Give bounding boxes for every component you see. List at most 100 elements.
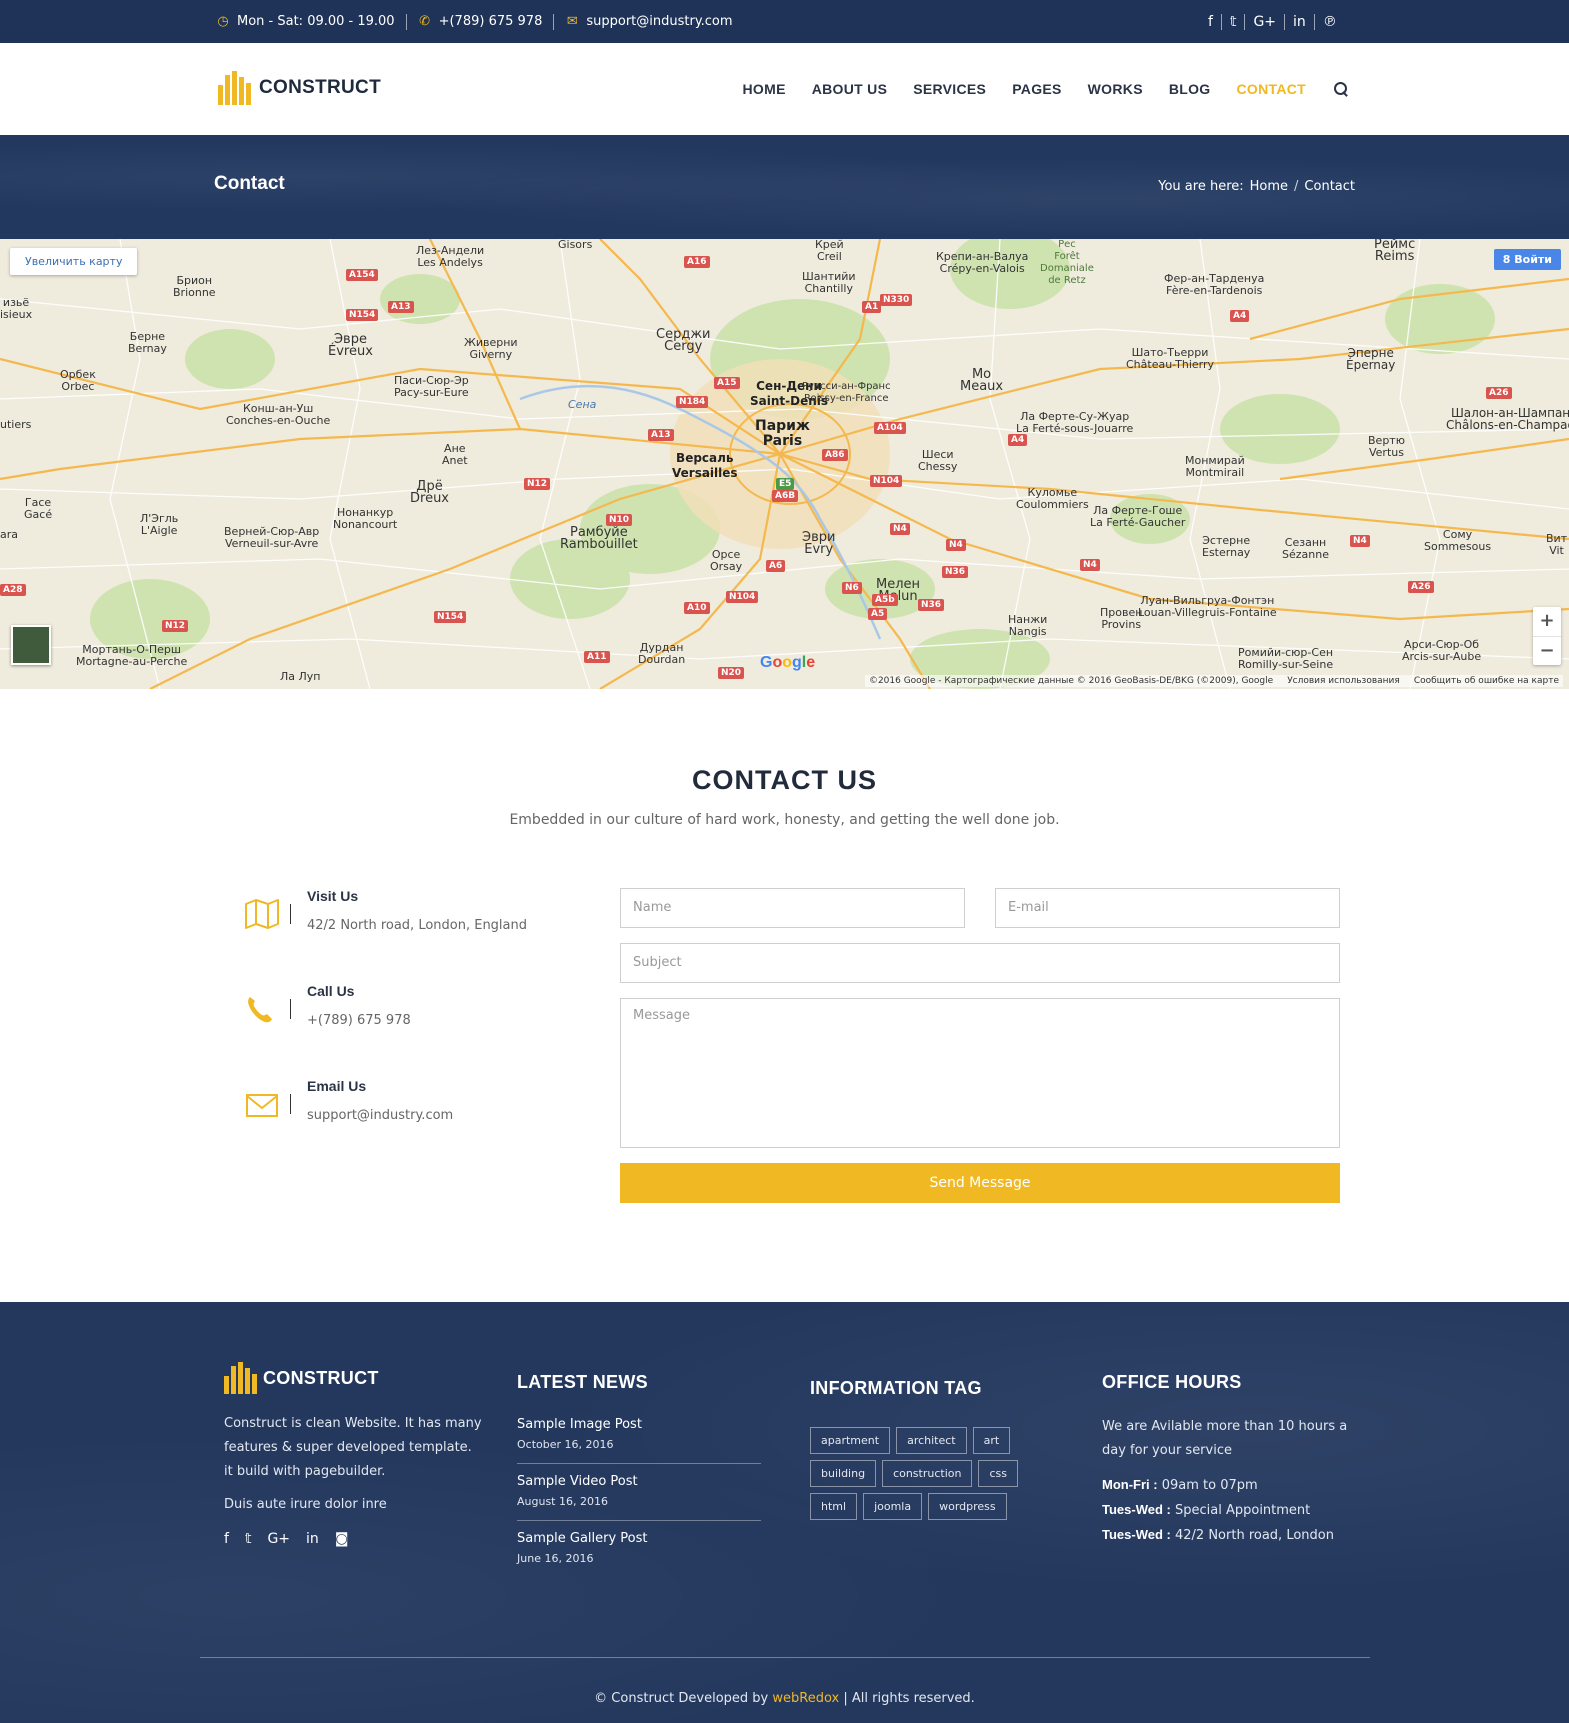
zoom-out-button[interactable]: − — [1533, 636, 1561, 665]
hours-text: Mon - Sat: 09.00 - 19.00 — [237, 14, 395, 29]
tag-construction[interactable]: construction — [882, 1460, 973, 1487]
map-label-les-andelys: Лез-Андели Les Andelys — [416, 244, 485, 269]
road-shield: A154 — [346, 269, 378, 281]
contact-info-value[interactable]: support@industry.com — [307, 1108, 453, 1123]
breadcrumb-current: Contact — [1304, 179, 1355, 194]
logo-icon — [218, 71, 251, 105]
send-message-button[interactable]: Send Message — [620, 1163, 1340, 1203]
subject-field[interactable]: Subject — [620, 943, 1340, 983]
contact-info-visit: Visit Us 42/2 North road, London, Englan… — [240, 880, 540, 975]
hours-value: 42/2 North road, London — [1175, 1528, 1334, 1543]
search-icon[interactable] — [1333, 81, 1349, 97]
main-nav: HOME ABOUT US SERVICES PAGES WORKS BLOG … — [717, 43, 1349, 135]
news-item[interactable]: Sample Image Post October 16, 2016 — [517, 1407, 761, 1464]
contact-info-value: +(789) 675 978 — [307, 1013, 411, 1028]
map-label-ara: ara — [0, 528, 19, 541]
tag-building[interactable]: building — [810, 1460, 877, 1487]
news-title[interactable]: Sample Video Post — [517, 1474, 761, 1489]
breadcrumb-home[interactable]: Home — [1250, 179, 1288, 194]
road-shield: A5b — [872, 594, 898, 606]
map-label-pacy: Паси-Сюр-Эр Pacy-sur-Eure — [394, 374, 469, 399]
linkedin-icon[interactable]: in — [306, 1531, 319, 1547]
nav-blog[interactable]: BLOG — [1169, 81, 1211, 97]
map-label-evreux: Эвре Évreux — [328, 332, 373, 359]
map-label-arcis: Арси-Сюр-Об Arcis-sur-Aube — [1402, 638, 1482, 663]
facebook-icon[interactable]: f — [224, 1531, 229, 1547]
google-plus-icon[interactable]: G+ — [267, 1531, 290, 1547]
road-shield: N4 — [1080, 559, 1100, 571]
news-date: August 16, 2016 — [517, 1495, 608, 1508]
twitter-icon[interactable]: 𝕥 — [1222, 14, 1245, 30]
footer-logo[interactable]: CONSTRUCT — [224, 1362, 484, 1394]
hours-list: Mon-Fri : 09am to 07pm Tues-Wed : Specia… — [1102, 1473, 1352, 1548]
sign-in-label: Войти — [1514, 253, 1552, 266]
site-logo[interactable]: CONSTRUCT — [218, 71, 381, 105]
road-shield: A5 — [868, 608, 888, 620]
map-zoom-controls: + − — [1533, 607, 1561, 665]
footer-latest-news: LATEST NEWS Sample Image Post October 16… — [517, 1372, 761, 1577]
map-label-roissy: Руасси-ан-Франс Roissy-en-France — [802, 381, 891, 404]
tag-apartment[interactable]: apartment — [810, 1427, 891, 1454]
road-shield: A26 — [1486, 387, 1512, 399]
tag-wordpress[interactable]: wordpress — [928, 1493, 1007, 1520]
pinterest-icon[interactable]: ℗ — [1315, 14, 1345, 30]
road-shield: N4 — [946, 539, 966, 551]
map-label-isieux: изьё isieux — [0, 296, 33, 321]
hours-row: Tues-Wed : Special Appointment — [1102, 1498, 1352, 1523]
nav-home[interactable]: HOME — [743, 81, 786, 97]
tag-joomla[interactable]: joomla — [863, 1493, 923, 1520]
map-report-link[interactable]: Сообщить об ошибке на карте — [1414, 676, 1559, 686]
nav-pages[interactable]: PAGES — [1012, 81, 1061, 97]
name-field[interactable]: Name — [620, 888, 965, 928]
linkedin-icon[interactable]: in — [1285, 14, 1314, 30]
map-label-gace: Гасе Gacé — [24, 496, 53, 521]
map-label-chantilly: Шантийи Chantilly — [802, 270, 856, 295]
news-title[interactable]: Sample Image Post — [517, 1417, 761, 1432]
news-list: Sample Image Post October 16, 2016 Sampl… — [517, 1407, 761, 1577]
phone-info: ✆ +(789) 675 978 — [407, 14, 554, 29]
nav-services[interactable]: SERVICES — [913, 81, 986, 97]
message-field[interactable]: Message — [620, 998, 1340, 1148]
developer-link[interactable]: webRedox — [772, 1691, 839, 1706]
google-map[interactable]: Париж Paris Версаль Versailles Сен-Дени Sai… — [0, 239, 1569, 689]
copyright-rights: | All rights reserved. — [843, 1691, 975, 1706]
divider — [290, 999, 291, 1019]
road-shield: E5 — [776, 478, 795, 490]
tag-html[interactable]: html — [810, 1493, 858, 1520]
zoom-in-button[interactable]: + — [1533, 607, 1561, 636]
google-plus-icon[interactable]: G+ — [1245, 14, 1284, 30]
footer-tags: INFORMATION TAG apartment architect art … — [810, 1378, 1020, 1520]
news-item[interactable]: Sample Gallery Post June 16, 2016 — [517, 1521, 761, 1577]
email-field[interactable]: E-mail — [995, 888, 1340, 928]
footer-about: CONSTRUCT Construct is clean Website. It… — [224, 1302, 484, 1547]
twitter-icon[interactable]: 𝕥 — [245, 1531, 252, 1547]
email-link[interactable]: support@industry.com — [586, 14, 732, 29]
map-label-epernay: Эперне Épernay — [1346, 346, 1396, 372]
news-title[interactable]: Sample Gallery Post — [517, 1531, 761, 1546]
section-title: CONTACT US — [692, 765, 877, 795]
tag-art[interactable]: art — [972, 1427, 1011, 1454]
map-terms-link[interactable]: Условия использования — [1287, 676, 1400, 686]
instagram-icon[interactable]: ◙ — [335, 1531, 349, 1547]
contact-info-title: Visit Us — [307, 888, 359, 904]
nav-works[interactable]: WORKS — [1088, 81, 1143, 97]
map-label-rambouillet: Рамбуйе Rambouillet — [560, 525, 638, 552]
facebook-icon[interactable]: f — [1200, 14, 1221, 30]
nav-about-us[interactable]: ABOUT US — [812, 81, 888, 97]
map-canvas — [0, 239, 1569, 689]
map-label-louan: Луан-Вильгруа-Фонтэн Louan-Villegruis-Fon… — [1138, 594, 1277, 619]
news-date: June 16, 2016 — [517, 1552, 594, 1565]
nav-contact[interactable]: CONTACT — [1237, 81, 1307, 97]
hours-label: Tues-Wed : — [1102, 1502, 1171, 1517]
contact-info-call: Call Us +(789) 675 978 — [240, 975, 540, 1070]
logo-text: CONSTRUCT — [259, 77, 381, 98]
email-info[interactable]: ✉ support@industry.com — [554, 14, 743, 29]
tag-architect[interactable]: architect — [896, 1427, 967, 1454]
tag-css[interactable]: css — [978, 1460, 1018, 1487]
map-label-seine: Сена — [568, 398, 597, 411]
map-sign-in-button[interactable]: 8 Войти — [1493, 249, 1561, 270]
news-item[interactable]: Sample Video Post August 16, 2016 — [517, 1464, 761, 1521]
satellite-view-toggle[interactable] — [11, 625, 51, 665]
copyright-text: © Construct Developed by — [594, 1691, 769, 1706]
enlarge-map-button[interactable]: Увеличить карту — [10, 248, 138, 275]
